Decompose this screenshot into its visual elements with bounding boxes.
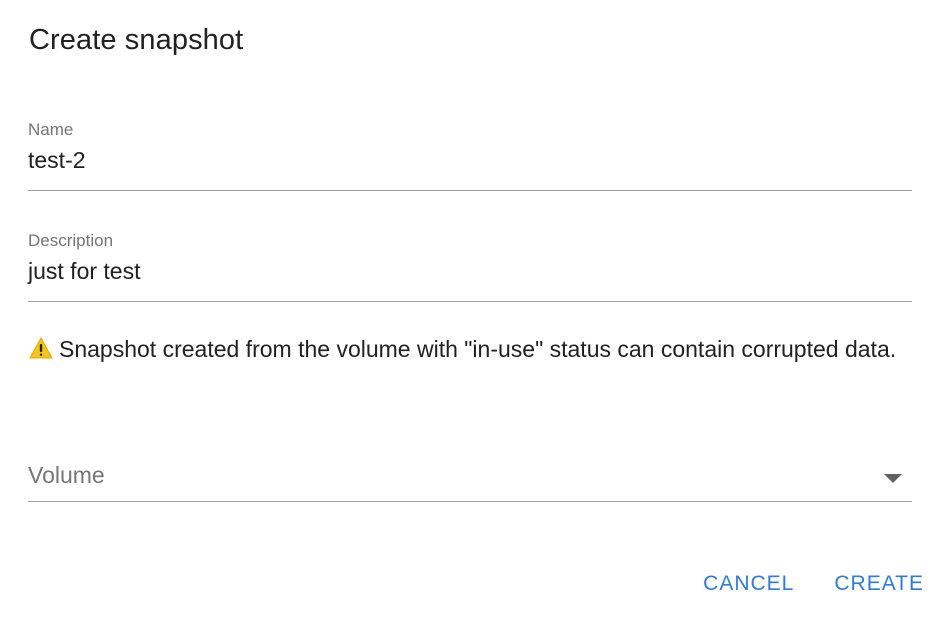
- warning-text: Snapshot created from the volume with "i…: [59, 336, 897, 362]
- name-input[interactable]: test-2: [28, 146, 912, 185]
- description-field[interactable]: Description just for test: [28, 231, 912, 302]
- volume-select-placeholder: Volume: [28, 462, 105, 488]
- in-use-warning: Snapshot created from the volume with "i…: [29, 330, 909, 368]
- chevron-down-icon[interactable]: [884, 474, 902, 483]
- create-button[interactable]: CREATE: [834, 572, 924, 596]
- warning-icon: [29, 337, 53, 359]
- dialog-title: Create snapshot: [29, 24, 244, 56]
- volume-select[interactable]: Volume: [28, 455, 912, 502]
- description-field-label: Description: [28, 231, 114, 250]
- name-field-label: Name: [28, 120, 74, 139]
- cancel-button[interactable]: CANCEL: [703, 572, 794, 596]
- dialog-actions: CANCEL CREATE: [703, 572, 924, 596]
- create-snapshot-dialog: Create snapshot Name test-2 Description …: [0, 0, 946, 622]
- name-field[interactable]: Name test-2: [28, 120, 912, 191]
- description-input[interactable]: just for test: [28, 257, 912, 296]
